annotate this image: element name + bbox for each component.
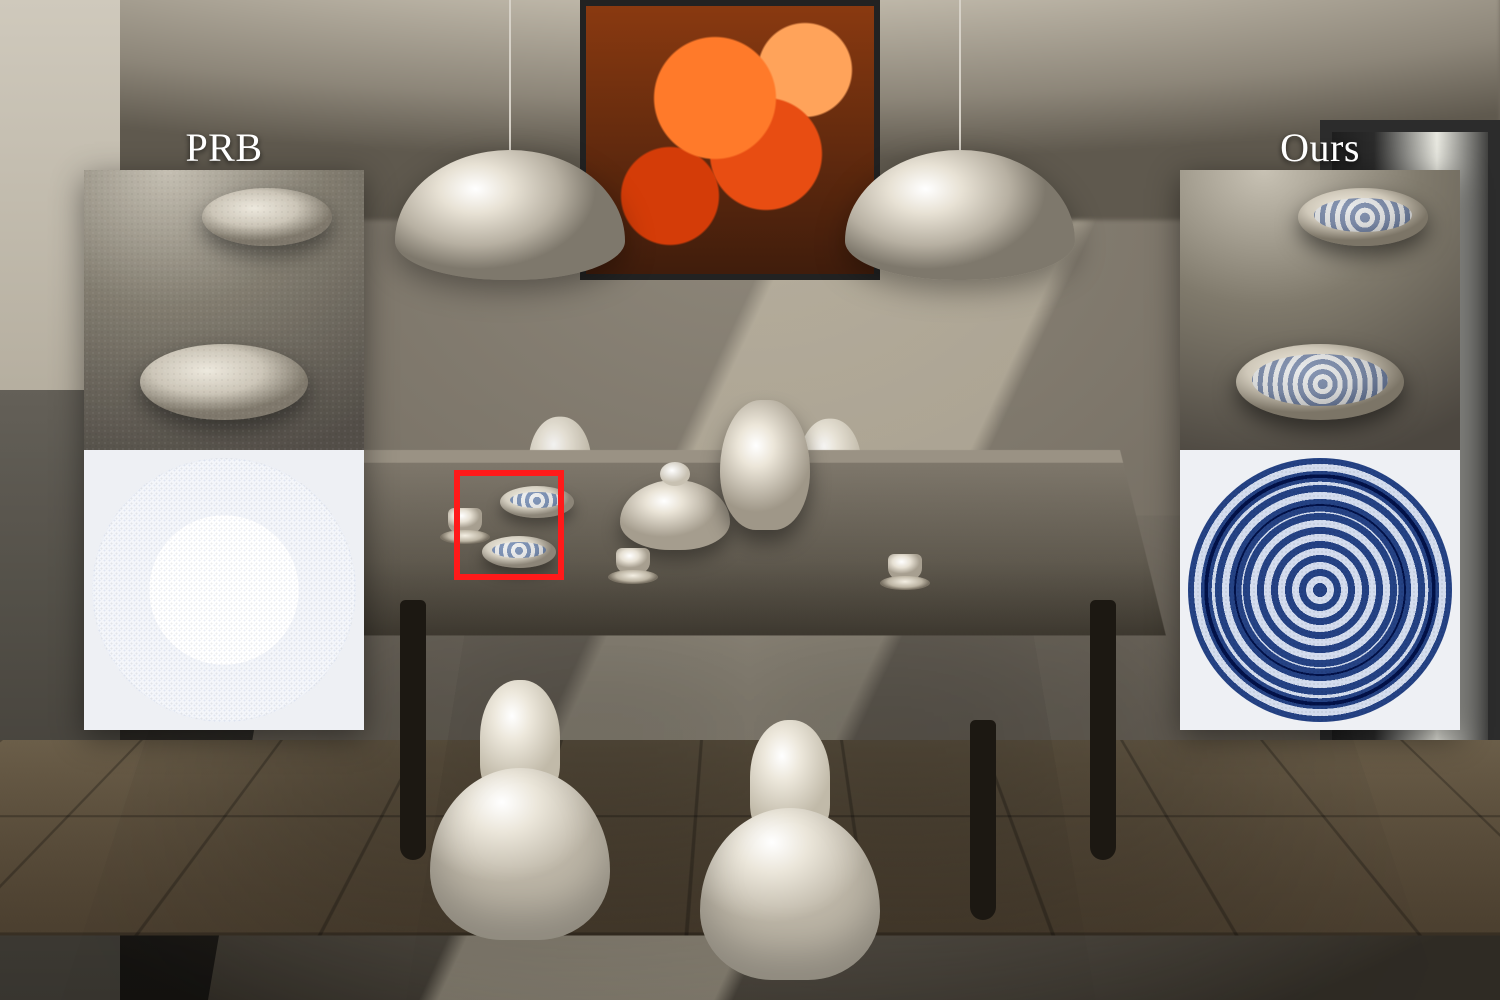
cup-right [880,554,930,590]
lamp-cord [509,0,511,160]
bowl-front [482,536,556,568]
recovered-texture-plate [92,458,356,722]
chair-front-right [700,720,880,980]
chair-front-left [430,680,610,940]
lamp-cord [959,0,961,160]
inset-left: PRB [84,170,364,730]
table-leg [400,600,426,860]
bowl-small [500,486,574,518]
inset-right-render-crop [1180,170,1460,450]
cup-mid [608,548,658,584]
figure-root: PRB Ours [0,0,1500,1000]
crop-bowl [1298,188,1428,246]
crop-bowl [140,344,308,420]
chair-seat [430,768,610,940]
crop-bowl [202,188,332,246]
inset-right: Ours [1180,170,1460,730]
inset-left-render-crop [84,170,364,450]
inset-left-texture [84,450,364,730]
jug [720,400,810,530]
chair-seat [700,808,880,980]
recovered-texture-plate [1188,458,1452,722]
inset-right-label: Ours [1180,124,1460,171]
cup-saucer [440,508,490,544]
inset-right-texture [1180,450,1460,730]
inset-left-label: PRB [84,124,364,171]
table-leg [970,720,996,920]
wall-painting-maple [580,0,880,280]
crop-bowl [1236,344,1404,420]
table-leg [1090,600,1116,860]
